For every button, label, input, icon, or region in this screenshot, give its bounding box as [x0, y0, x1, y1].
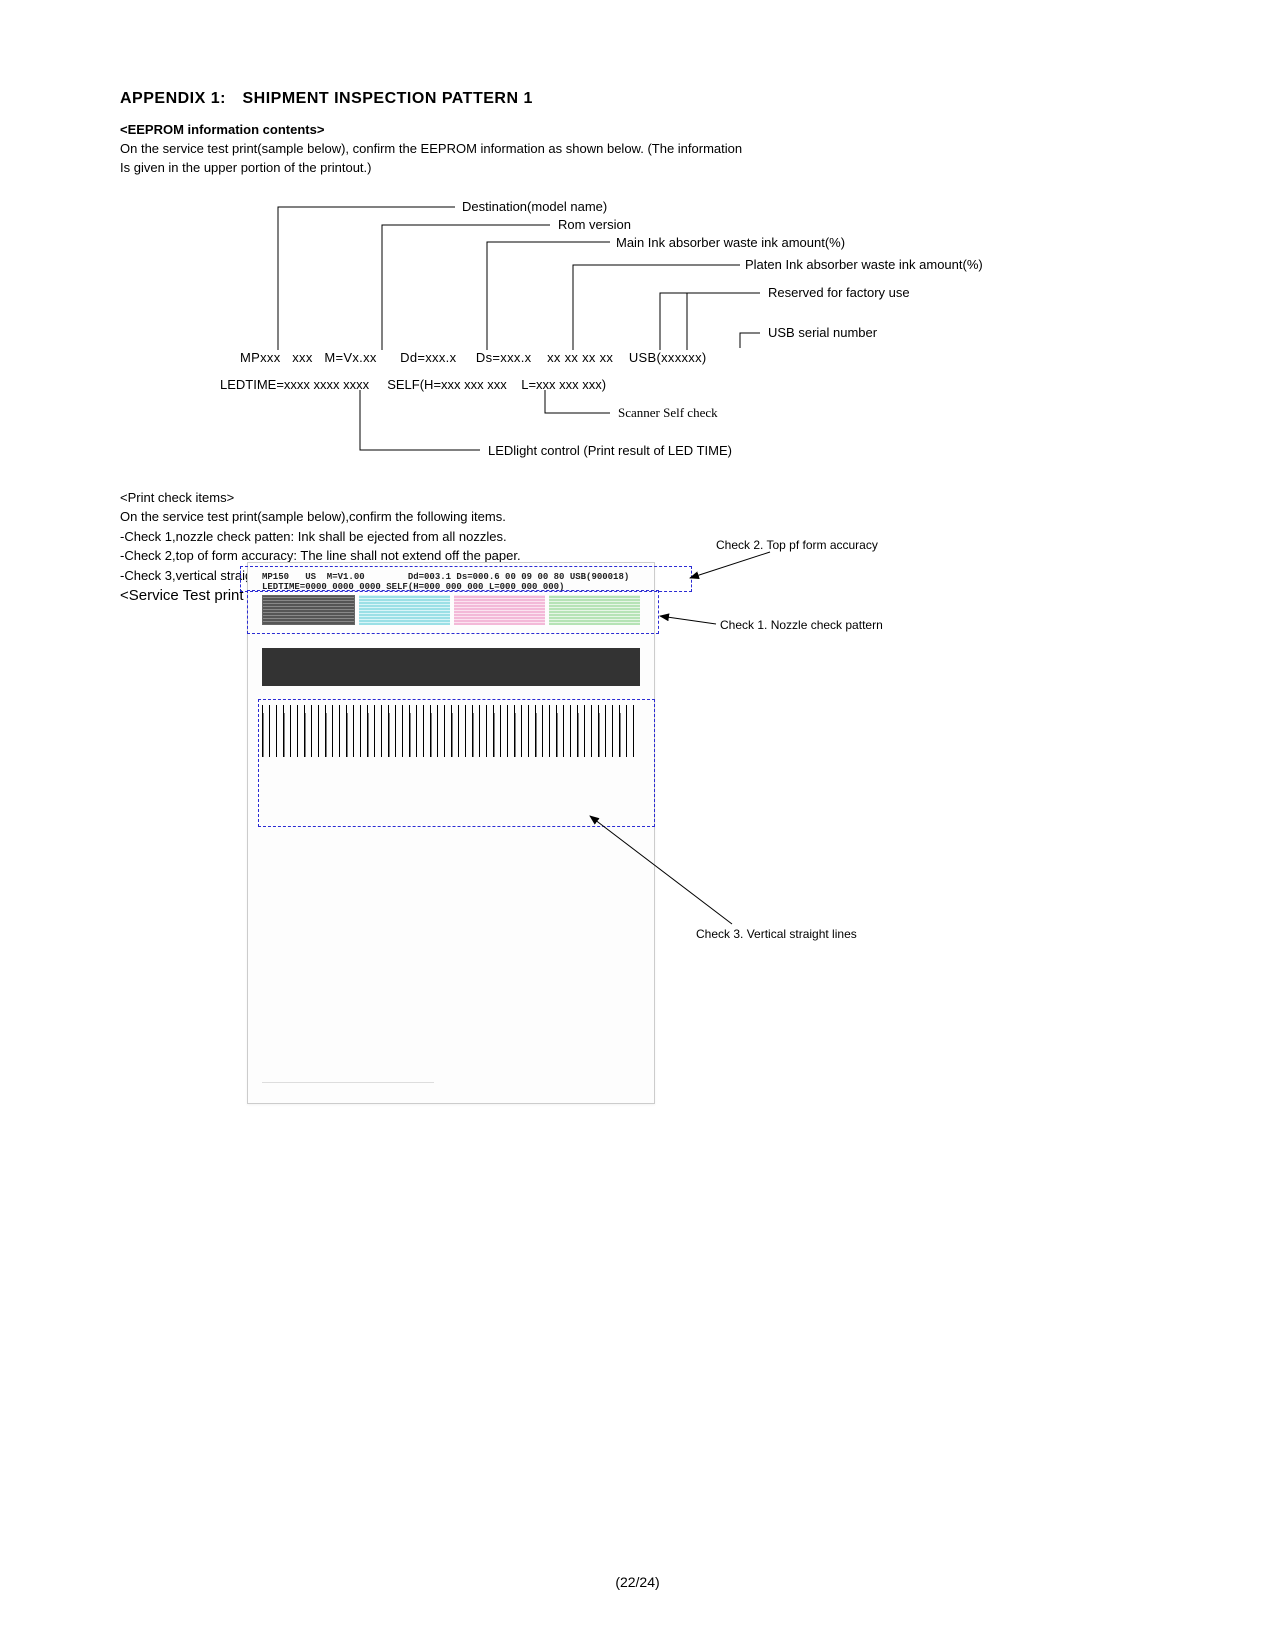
- label-reserved: Reserved for factory use: [768, 285, 910, 300]
- eeprom-diagram: Destination(model name) Rom version Main…: [240, 195, 1060, 475]
- annot-check3: Check 3. Vertical straight lines: [696, 927, 857, 941]
- label-led: LEDlight control (Print result of LED TI…: [488, 443, 732, 458]
- eeprom-row-1: MPxxx xxx M=Vx.xx Dd=xxx.x Ds=xxx.x xx x…: [240, 350, 707, 365]
- eeprom-desc-1: On the service test print(sample below),…: [120, 141, 1155, 158]
- print-check-l1: On the service test print(sample below),…: [120, 508, 1155, 526]
- label-platen-ink: Platen Ink absorber waste ink amount(%): [745, 257, 983, 272]
- print-check-l2: -Check 1,nozzle check patten: Ink shall …: [120, 528, 1155, 546]
- solid-black-bar: [262, 648, 640, 686]
- annot-check2: Check 2. Top pf form accuracy: [716, 538, 878, 552]
- eeprom-row-2: LEDTIME=xxxx xxxx xxxx SELF(H=xxx xxx xx…: [220, 377, 606, 392]
- label-rom: Rom version: [558, 217, 631, 232]
- highlight-box-vlines: [258, 699, 655, 827]
- label-main-ink: Main Ink absorber waste ink amount(%): [616, 235, 845, 250]
- print-check-heading: <Print check items>: [120, 489, 1155, 507]
- eeprom-desc-2: Is given in the upper portion of the pri…: [120, 160, 1155, 177]
- annot-check1: Check 1. Nozzle check pattern: [720, 618, 883, 632]
- label-scanner: Scanner Self check: [618, 405, 718, 421]
- appendix-title: APPENDIX 1: SHIPMENT INSPECTION PATTERN …: [120, 90, 1155, 108]
- service-test-print-sample: MP150 US M=V1.00 Dd=003.1 Ds=000.6 00 09…: [247, 562, 655, 1104]
- highlight-box-nozzle: [247, 590, 659, 634]
- label-destination: Destination(model name): [462, 199, 607, 214]
- eeprom-heading: <EEPROM information contents>: [120, 122, 1155, 139]
- label-usb: USB serial number: [768, 325, 877, 340]
- highlight-box-top: [240, 566, 692, 592]
- page: APPENDIX 1: SHIPMENT INSPECTION PATTERN …: [0, 0, 1275, 1650]
- page-number: (22/24): [0, 1574, 1275, 1590]
- sample-footer: [262, 1082, 434, 1089]
